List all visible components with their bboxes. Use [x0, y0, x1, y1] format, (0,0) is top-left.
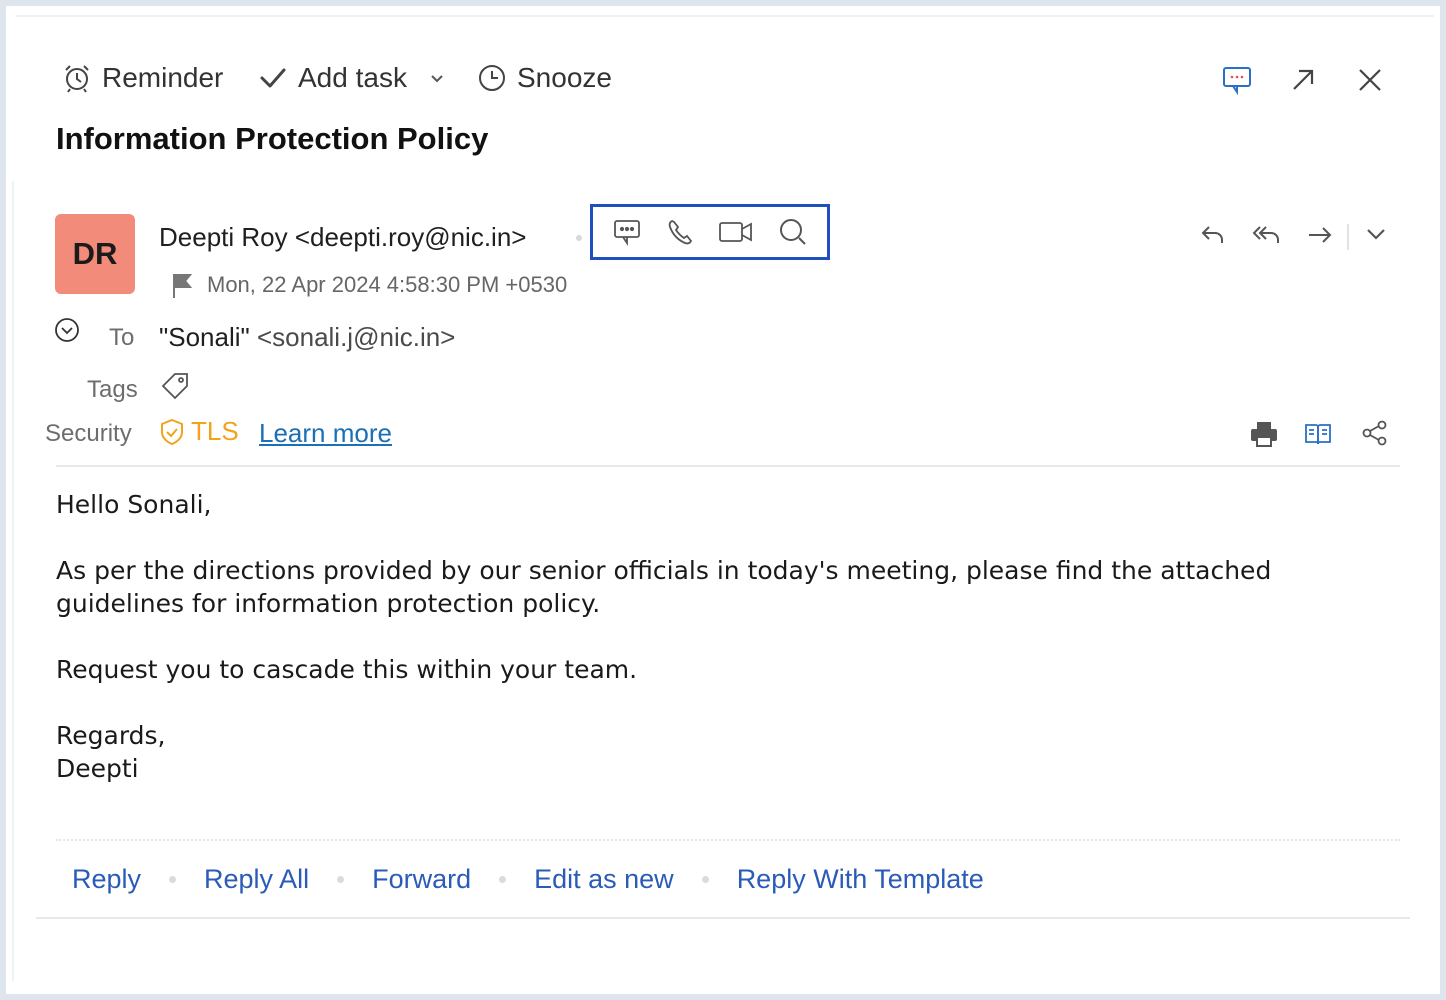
separator-dot: [337, 876, 345, 883]
chat-icon[interactable]: [612, 217, 642, 247]
separator-dot: [701, 876, 709, 883]
snooze-label: Snooze: [517, 62, 612, 93]
reminder-button[interactable]: Reminder: [62, 62, 223, 94]
clock-icon: [477, 63, 507, 93]
frame-top-border: [16, 15, 1434, 17]
reply-icon: [1199, 221, 1227, 249]
phone-icon[interactable]: [665, 217, 695, 247]
print-button[interactable]: [1249, 419, 1279, 449]
edit-as-new-button[interactable]: Edit as new: [534, 864, 674, 895]
mail-subject: Information Protection Policy: [56, 121, 489, 156]
body-paragraph-1: As per the directions provided by our se…: [56, 556, 1272, 618]
chat-icon: [1221, 64, 1253, 96]
mail-view-window: Reminder Add task Snooze Information Pro…: [6, 6, 1440, 994]
more-actions-button[interactable]: [1364, 222, 1388, 246]
reader-icon: [1303, 420, 1333, 448]
reply-all-button[interactable]: Reply All: [204, 864, 309, 895]
reply-all-icon-button[interactable]: [1251, 221, 1283, 249]
reply-with-template-button[interactable]: Reply With Template: [737, 864, 984, 895]
reply-icon-button[interactable]: [1199, 221, 1227, 249]
reply-button[interactable]: Reply: [72, 864, 141, 895]
forward-icon-button[interactable]: [1306, 221, 1334, 249]
add-task-dropdown[interactable]: [429, 70, 445, 86]
forward-button[interactable]: Forward: [372, 864, 471, 895]
tls-label: TLS: [191, 416, 239, 446]
print-icon: [1249, 419, 1279, 449]
sender-address[interactable]: Deepti Roy <deepti.roy@nic.in>: [159, 222, 526, 253]
add-task-button[interactable]: Add task: [258, 62, 407, 94]
body-greeting: Hello Sonali,: [56, 490, 212, 519]
separator-dot: [576, 235, 582, 241]
chat-button[interactable]: [1221, 64, 1253, 96]
header-divider: [56, 465, 1400, 467]
shield-icon: [159, 418, 185, 446]
expand-recipients-button[interactable]: [54, 317, 80, 343]
actions-divider: [56, 839, 1400, 841]
alarm-clock-icon: [62, 63, 92, 93]
reminder-label: Reminder: [102, 62, 224, 93]
separator-dot: [169, 876, 177, 883]
to-label: To: [109, 324, 135, 351]
security-label: Security: [45, 420, 132, 447]
quick-contact-actions: [590, 204, 830, 260]
tls-indicator: TLS: [159, 416, 239, 447]
to-email: <sonali.j@nic.in>: [256, 322, 456, 352]
body-paragraph-2: Request you to cascade this within your …: [56, 655, 638, 684]
chevron-down-icon: [429, 70, 445, 86]
check-icon: [258, 63, 288, 93]
reader-view-button[interactable]: [1303, 420, 1333, 448]
chevron-down-icon: [1364, 222, 1388, 246]
add-tag-button[interactable]: [159, 370, 191, 402]
mail-date: Mon, 22 Apr 2024 4:58:30 PM +0530: [207, 272, 568, 297]
to-recipient[interactable]: "Sonali" <sonali.j@nic.in>: [159, 322, 455, 353]
share-icon: [1361, 419, 1389, 447]
footer-divider: [36, 917, 1410, 919]
reply-all-icon: [1251, 221, 1283, 249]
frame-left-border: [12, 181, 14, 981]
to-name: "Sonali": [159, 322, 250, 352]
body-closing: Regards,: [56, 721, 166, 750]
flag-button[interactable]: [170, 272, 194, 300]
chevron-circle-icon: [54, 317, 80, 343]
pop-out-icon: [1289, 66, 1317, 94]
tags-label: Tags: [87, 376, 138, 403]
forward-icon: [1306, 221, 1334, 249]
mail-body: Hello Sonali, As per the directions prov…: [56, 488, 1396, 785]
share-button[interactable]: [1361, 419, 1389, 447]
body-signature: Deepti: [56, 754, 139, 783]
pop-out-button[interactable]: [1289, 66, 1317, 94]
snooze-button[interactable]: Snooze: [477, 62, 612, 94]
add-task-label: Add task: [298, 62, 407, 93]
video-icon[interactable]: [717, 217, 755, 247]
tag-icon: [159, 370, 191, 402]
learn-more-link[interactable]: Learn more: [259, 418, 392, 449]
separator-dot: [499, 876, 507, 883]
avatar[interactable]: DR: [55, 214, 135, 294]
search-icon[interactable]: [778, 217, 808, 247]
reply-actions-bar: Reply Reply All Forward Edit as new Repl…: [72, 864, 984, 895]
flag-icon: [170, 272, 194, 300]
close-button[interactable]: [1356, 66, 1384, 94]
close-icon: [1356, 66, 1384, 94]
action-divider: [1347, 224, 1349, 250]
